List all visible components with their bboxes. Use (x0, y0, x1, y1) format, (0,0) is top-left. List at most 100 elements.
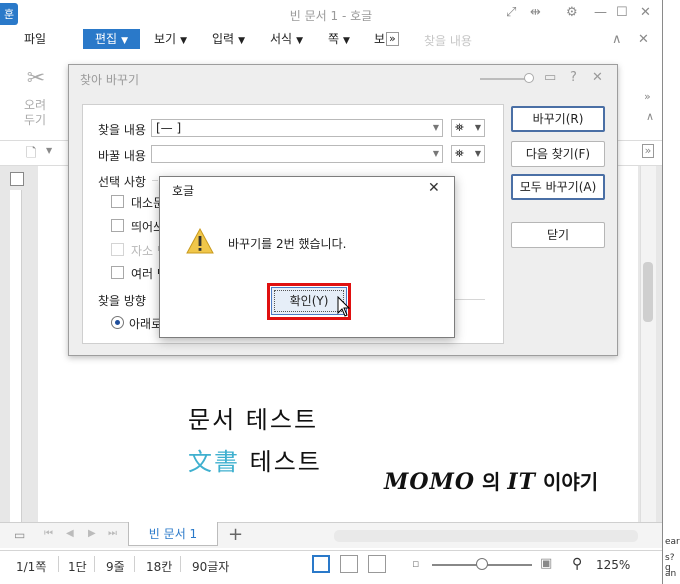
watermark-momo: MOMO (384, 469, 476, 495)
group-divider (152, 180, 158, 181)
chevron-down-icon: ▼ (180, 36, 188, 46)
mouse-pointer-icon (337, 296, 351, 317)
replace-all-button[interactable]: 모두 바꾸기(A) (511, 174, 605, 200)
zoom-out-icon[interactable]: ▫ (412, 557, 419, 570)
vertical-ruler (10, 190, 22, 522)
chevron-down-icon: ▼ (343, 36, 350, 46)
status-page: 1/1쪽 (16, 560, 47, 574)
multiple-words-checkbox[interactable] (111, 266, 124, 279)
ok-button[interactable]: 확인(Y) (271, 287, 347, 315)
settings-icon[interactable]: ⚙ (566, 5, 578, 20)
watermark-ui: 의 (475, 470, 508, 494)
last-tab-icon[interactable]: ⏭ (108, 528, 117, 539)
direction-down-radio[interactable] (111, 316, 124, 329)
menu-edit-label: 편집 (95, 32, 118, 46)
match-case-checkbox[interactable] (111, 195, 124, 208)
chevron-down-icon: ▼ (474, 149, 481, 158)
binoculars-icon: ⛯ (455, 147, 464, 160)
replace-special-button[interactable]: ⛯ ▼ (451, 145, 485, 163)
right-edge-panel (662, 0, 680, 584)
close-button[interactable]: 닫기 (511, 222, 605, 248)
document-line-2-text: 테스트 (240, 448, 322, 476)
split-icon[interactable]: ⇹ (530, 5, 541, 20)
ignore-spaces-checkbox[interactable] (111, 219, 124, 232)
warning-icon (186, 228, 214, 254)
cut-button[interactable]: 오려 두기 (24, 98, 46, 128)
menu-page-label: 쪽 (328, 32, 340, 46)
menu-edit[interactable]: 편집 ▼ (83, 29, 141, 49)
menu-search-input[interactable]: 찾을 내용 (424, 32, 472, 49)
chevron-down-icon: ▼ (474, 123, 481, 132)
message-box-title: 호글 (172, 184, 195, 198)
zoom-in-icon[interactable]: ▣ (540, 556, 552, 571)
options-heading: 선택 사항 (98, 175, 146, 189)
menu-bar: 파일 편집 ▼ 보기 ▼ 입력 ▼ 서식 ▼ 쪽 ▼ 보 » (0, 28, 662, 50)
opacity-slider-knob[interactable] (524, 73, 534, 83)
menu-view[interactable]: 보기 ▼ (154, 29, 187, 49)
find-label: 찾을 내용 (98, 123, 146, 137)
find-replace-title: 찾아 바꾸기 (80, 73, 140, 87)
chevron-down-icon[interactable]: ▼ (433, 146, 439, 162)
watermark-end: 이야기 (536, 470, 599, 494)
chevron-down-icon[interactable]: ▼ (46, 146, 52, 155)
status-line: 9줄 (106, 560, 125, 574)
jamo-unit-checkbox (111, 243, 124, 256)
toolbar-expand-icon[interactable]: » (642, 144, 654, 158)
replace-button[interactable]: 바꾸기(R) (511, 106, 605, 132)
zoom-slider-knob[interactable] (476, 558, 488, 570)
fit-width-button[interactable] (340, 555, 358, 573)
minimize-icon[interactable]: — (594, 5, 607, 20)
group-divider (455, 299, 485, 300)
edge-text: an (665, 569, 677, 579)
edge-text: ear (665, 537, 680, 547)
menu-file[interactable]: 파일 (24, 29, 46, 49)
maximize-icon[interactable]: ☐ (616, 5, 628, 20)
first-tab-icon[interactable]: ⏮ (44, 528, 53, 539)
menu-more-button[interactable]: » (386, 32, 399, 46)
zoom-options-icon[interactable]: ⚲ (572, 556, 582, 572)
vertical-scroll-thumb[interactable] (643, 262, 653, 322)
close-window-icon[interactable]: ✕ (640, 5, 651, 20)
title-bar: 훈 빈 문서 1 - 호글 ⤢ ⇹ ⚙ — ☐ ✕ (0, 0, 662, 28)
page-view-button[interactable] (312, 555, 330, 573)
ribbon-more-icon[interactable]: » (644, 90, 651, 103)
cut-label-line1: 오려 (24, 98, 47, 112)
find-input[interactable]: [— ] ▼ (151, 119, 443, 137)
ruler-corner[interactable] (10, 172, 24, 186)
tab-document[interactable]: 빈 문서 1 (128, 522, 218, 546)
add-tab-button[interactable]: + (228, 524, 243, 545)
fullscreen-icon[interactable]: ⤢ (506, 5, 516, 20)
find-special-button[interactable]: ⛯ ▼ (451, 119, 485, 137)
new-document-icon[interactable]: 🗋 (26, 144, 36, 166)
status-divider (58, 556, 59, 572)
prev-tab-icon[interactable]: ◀ (66, 528, 74, 539)
menu-insert[interactable]: 입력 ▼ (212, 29, 245, 49)
two-page-view-button[interactable] (368, 555, 386, 573)
close-icon[interactable]: ✕ (592, 70, 603, 85)
chevron-up-icon[interactable]: ∧ (646, 110, 654, 123)
status-divider (94, 556, 95, 572)
replace-input[interactable]: ▼ (151, 145, 443, 163)
help-icon[interactable]: ? (570, 70, 577, 85)
horizontal-scrollbar[interactable] (334, 530, 638, 542)
watermark: MOMO 의 IT 이야기 (384, 466, 598, 495)
chevron-down-icon: ▼ (238, 36, 246, 46)
close-icon[interactable]: ✕ (428, 180, 440, 196)
menu-security[interactable]: 보 (374, 29, 385, 49)
chevron-up-icon[interactable]: ∧ (612, 32, 622, 47)
status-divider (134, 556, 135, 572)
chevron-down-icon[interactable]: ▼ (433, 120, 439, 136)
find-next-button[interactable]: 다음 찾기(F) (511, 141, 605, 167)
comment-icon[interactable]: ▭ (544, 70, 556, 85)
document-line-2: 文書 테스트 (188, 442, 322, 477)
close-ribbon-icon[interactable]: ✕ (638, 32, 649, 47)
vertical-scrollbar[interactable] (640, 166, 656, 522)
window-title: 빈 문서 1 - 호글 (289, 9, 373, 23)
tab-list-icon[interactable]: ▭ (14, 528, 25, 542)
message-box-titlebar (160, 177, 454, 203)
scissors-icon[interactable]: ✂ (22, 66, 50, 94)
next-tab-icon[interactable]: ▶ (88, 528, 96, 539)
zoom-value[interactable]: 125% (596, 558, 630, 572)
menu-page[interactable]: 쪽 ▼ (328, 29, 350, 49)
menu-format[interactable]: 서식 ▼ (270, 29, 303, 49)
